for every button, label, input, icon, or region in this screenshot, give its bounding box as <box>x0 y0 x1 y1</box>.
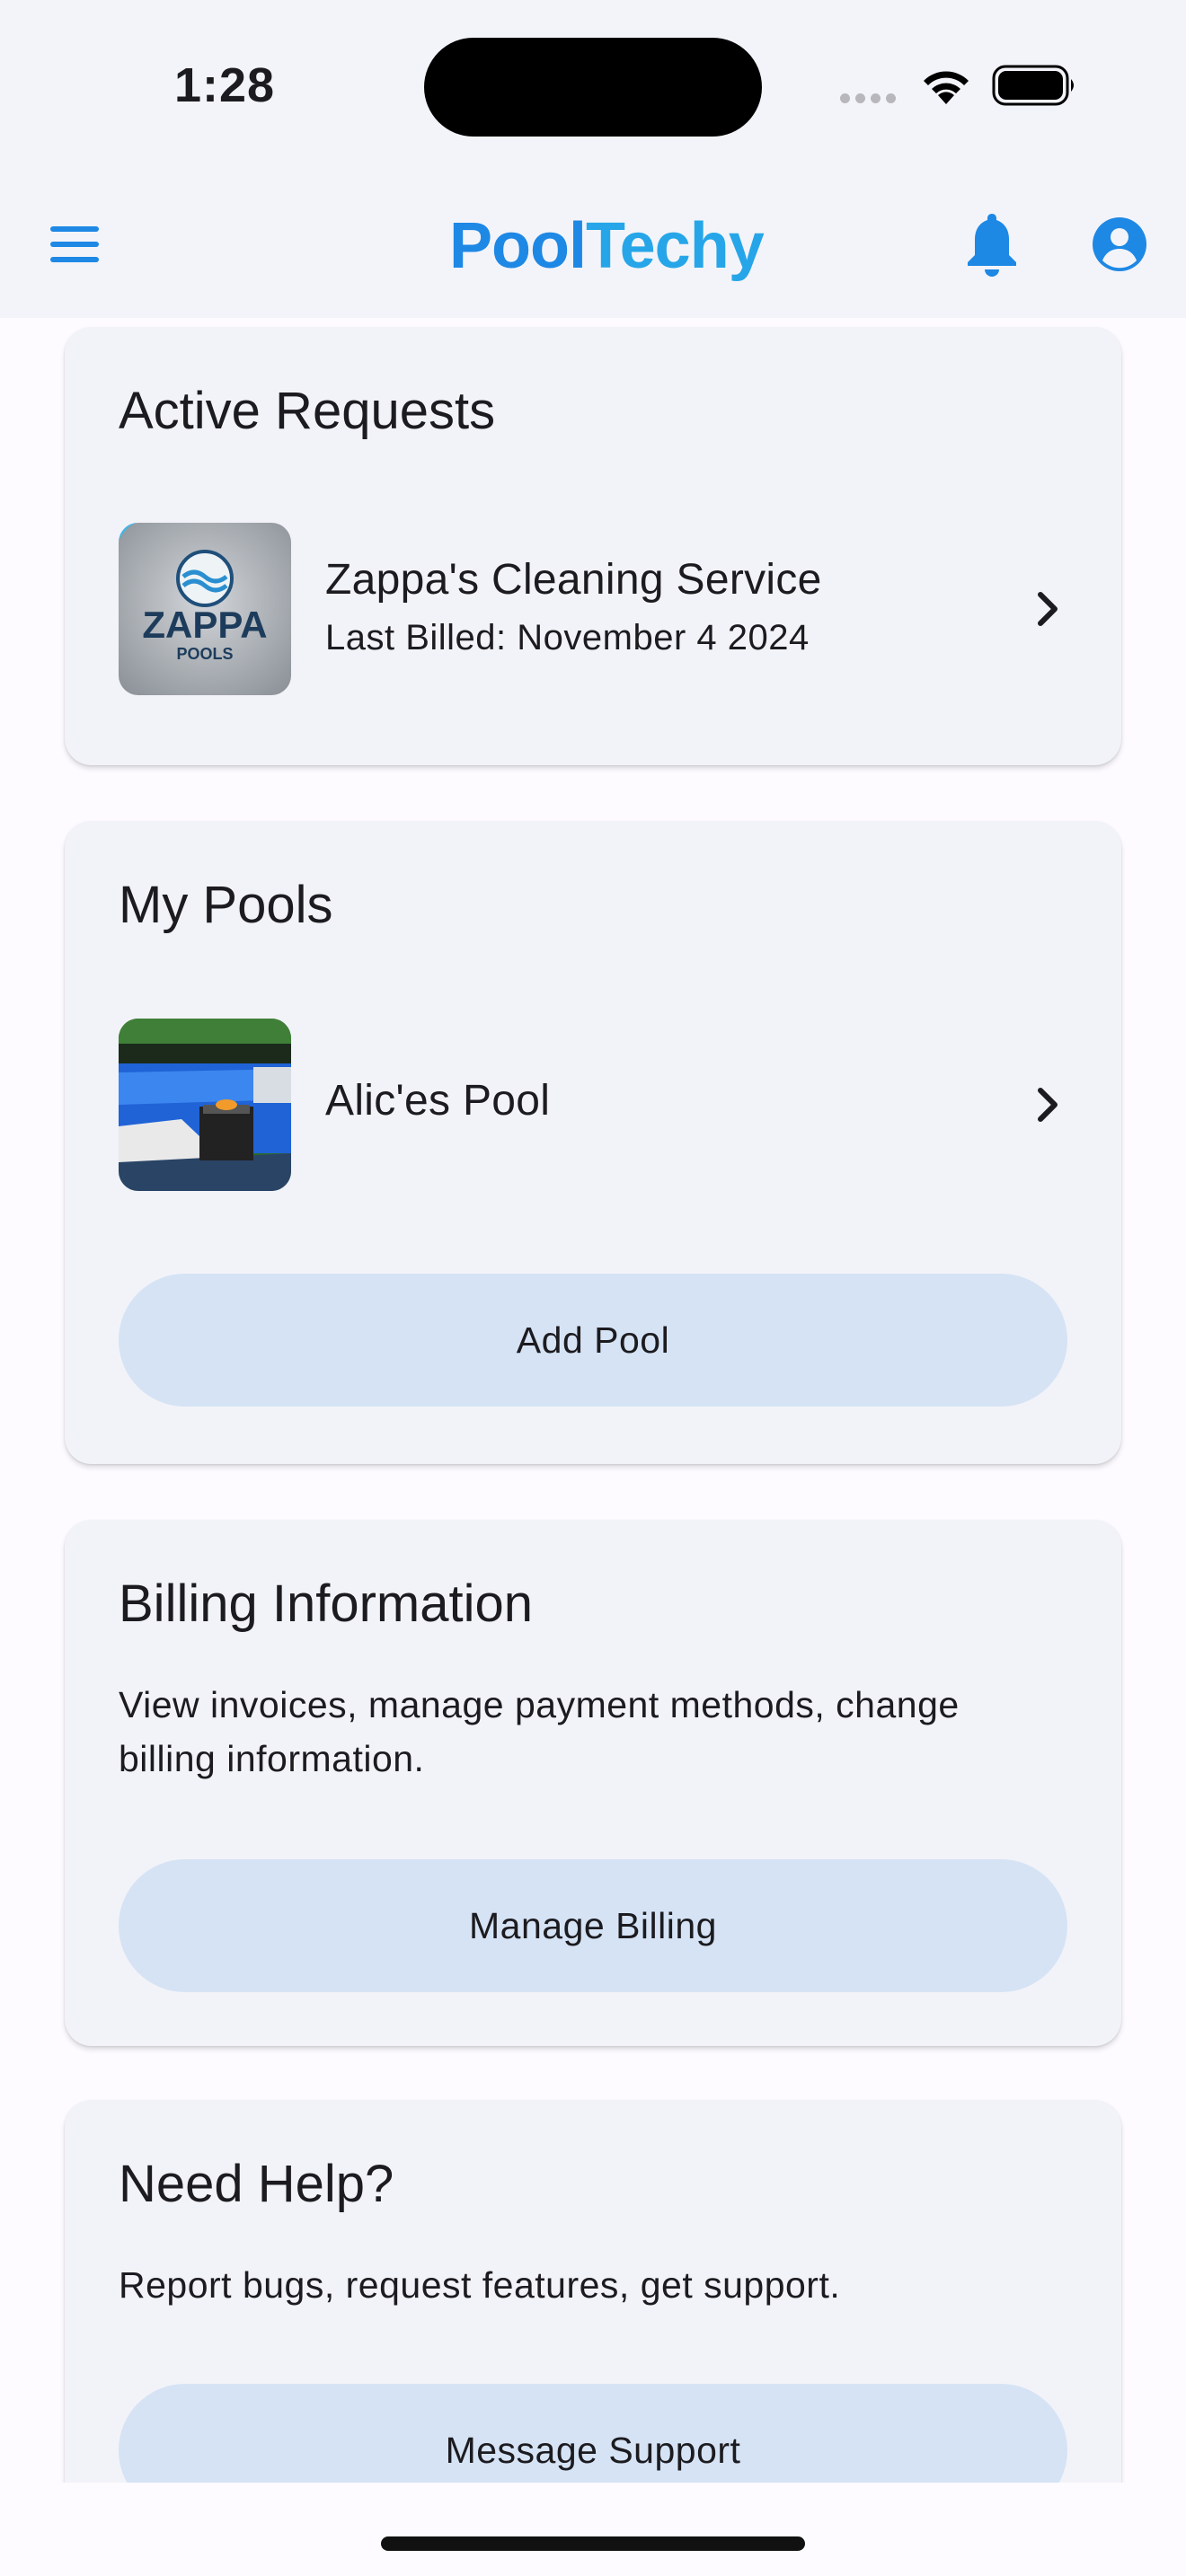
help-title: Need Help? <box>119 2155 394 2213</box>
app-logo: PoolTechy <box>449 208 765 284</box>
screen: 1:28 PoolTechy Active Requests ZAPPA POO… <box>0 0 1186 2576</box>
battery-icon <box>992 65 1074 106</box>
zappa-logo-subtext: POOLS <box>176 645 233 663</box>
bell-icon[interactable] <box>963 208 1021 280</box>
active-requests-card: Active Requests ZAPPA POOLS Zappa's Clea… <box>65 327 1121 765</box>
chevron-right-icon <box>1038 592 1058 626</box>
app-bar: PoolTechy <box>0 171 1186 318</box>
logo-techy: Techy <box>586 210 765 282</box>
dynamic-island <box>424 38 762 137</box>
active-requests-title: Active Requests <box>119 382 496 440</box>
manage-billing-button[interactable]: Manage Billing <box>119 1859 1067 1992</box>
help-card: Need Help? Report bugs, request features… <box>65 2100 1121 2483</box>
request-name: Zappa's Cleaning Service <box>325 556 822 604</box>
my-pools-title: My Pools <box>119 876 333 934</box>
list-item-active-request[interactable]: ZAPPA POOLS Zappa's Cleaning Service Las… <box>119 523 1080 695</box>
billing-card: Billing Information View invoices, manag… <box>65 1520 1121 2046</box>
logo-pool: Pool <box>449 210 587 282</box>
request-last-billed: Last Billed: November 4 2024 <box>325 618 810 657</box>
pool-photo <box>119 1019 291 1191</box>
wifi-icon <box>924 71 969 104</box>
pool-name: Alic'es Pool <box>325 1077 551 1125</box>
add-pool-button[interactable]: Add Pool <box>119 1274 1067 1407</box>
status-time: 1:28 <box>173 58 276 112</box>
status-bar: 1:28 <box>0 0 1186 171</box>
message-support-button[interactable]: Message Support <box>119 2384 1067 2483</box>
help-description: Report bugs, request features, get suppo… <box>119 2264 841 2306</box>
chevron-right-icon <box>1038 1088 1058 1122</box>
list-item-pool[interactable]: Alic'es Pool <box>119 1019 1080 1191</box>
zappa-pools-logo: ZAPPA POOLS <box>119 523 291 695</box>
menu-icon[interactable] <box>43 216 108 273</box>
home-indicator[interactable] <box>381 2536 805 2551</box>
my-pools-card: My Pools Alic'es Pool Add Pool <box>65 821 1121 1464</box>
billing-title: Billing Information <box>119 1575 533 1633</box>
billing-description: View invoices, manage payment methods, c… <box>119 1684 960 1779</box>
account-icon[interactable] <box>1091 216 1148 273</box>
zappa-logo-text: ZAPPA <box>142 604 267 646</box>
cellular-signal-icon <box>840 93 896 103</box>
main-content[interactable]: Active Requests ZAPPA POOLS Zappa's Clea… <box>0 318 1186 2483</box>
